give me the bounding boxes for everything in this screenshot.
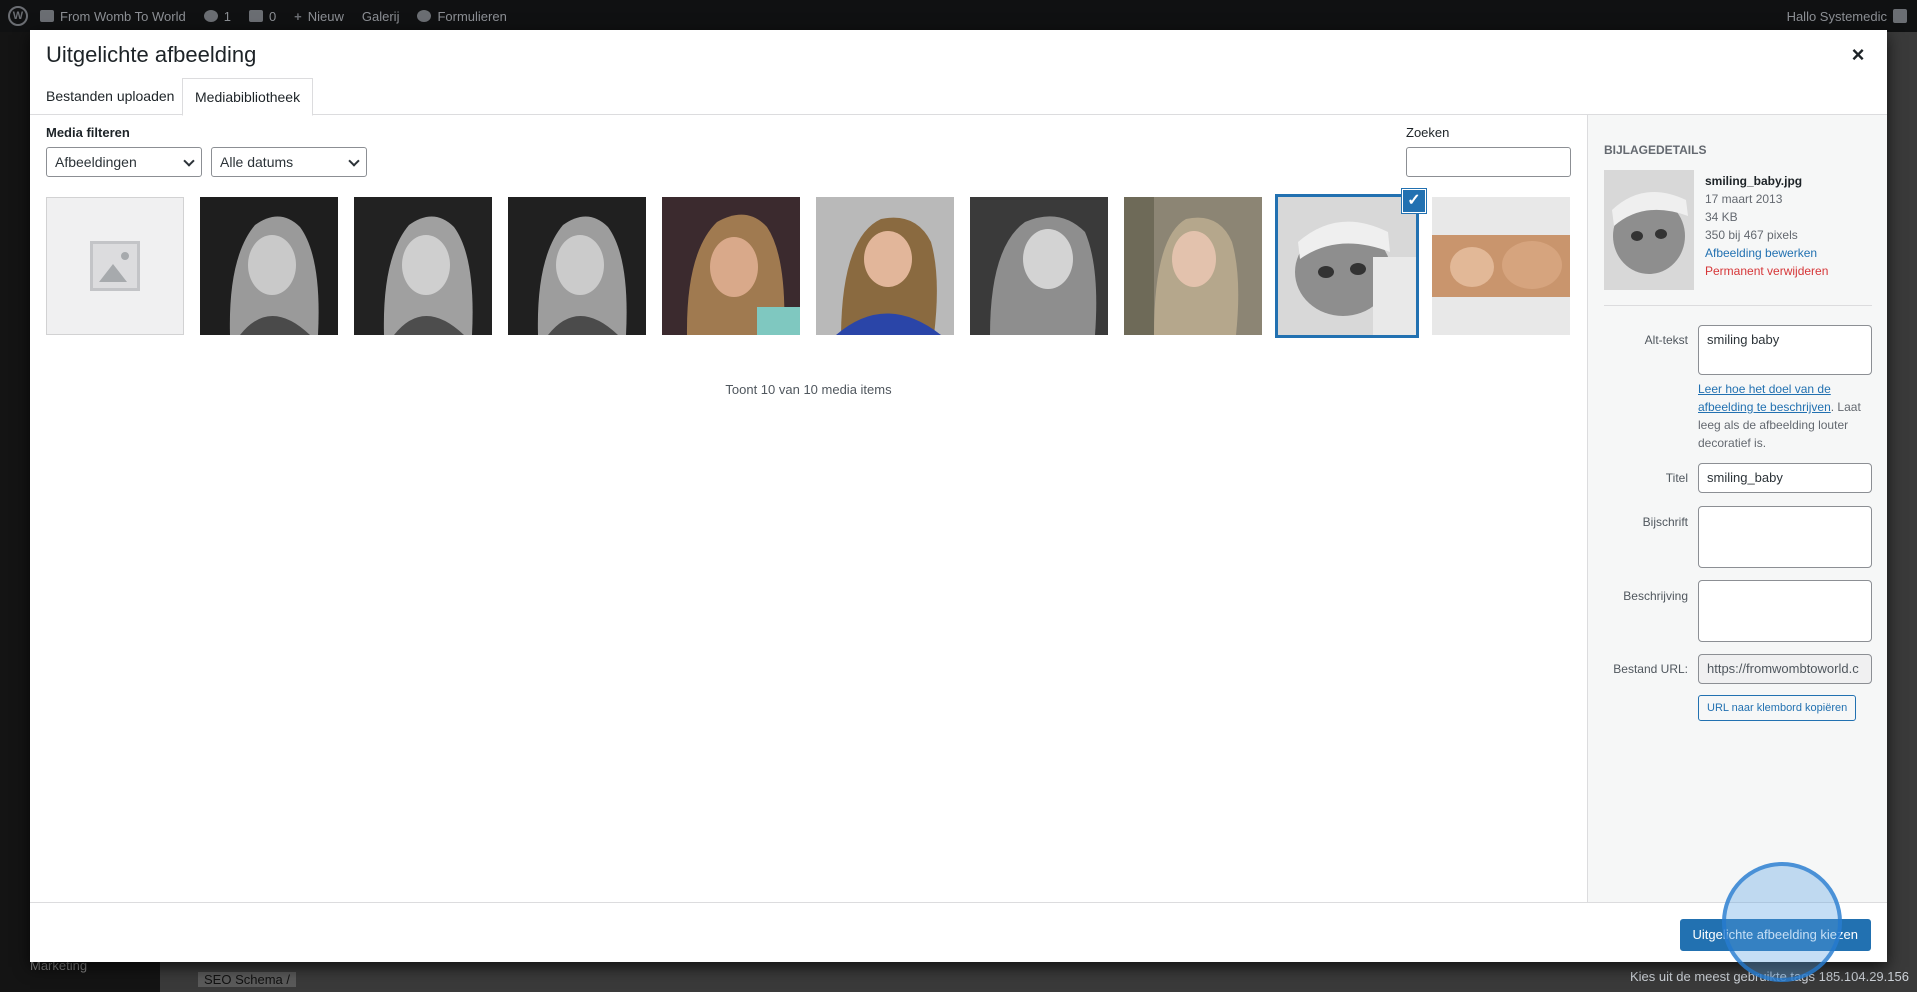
filters-label: Media filteren [46, 125, 130, 140]
alt-text-label: Alt-tekst [1644, 333, 1688, 347]
chevron-down-icon [348, 155, 360, 167]
media-type-value: Afbeeldingen [55, 154, 137, 170]
search-label: Zoeken [1406, 125, 1450, 140]
date-filter-select[interactable]: Alle datums [211, 147, 367, 177]
media-modal: Uitgelichte afbeelding × Bestanden uploa… [30, 30, 1887, 962]
galerij-label: Galerij [361, 8, 400, 24]
wordpress-logo-icon[interactable]: W [8, 6, 28, 26]
baby-bw-image [1278, 197, 1416, 335]
search-input[interactable] [1406, 147, 1571, 177]
close-icon[interactable]: × [1847, 44, 1869, 66]
forms-icon [417, 10, 432, 22]
baby-color-image [1432, 197, 1570, 335]
tab-media-library[interactable]: Mediabibliotheek [182, 78, 314, 116]
attachment-details-sidebar: Bijlagedetails smiling_baby.jpg 17 maart… [1587, 115, 1887, 902]
caption-field[interactable] [1698, 506, 1872, 568]
admin-bar: W From Womb To World 1 0 + Nieuw Galerij… [0, 0, 1917, 32]
attachment-item[interactable] [354, 197, 492, 335]
details-date: 17 maart 2013 [1705, 192, 1783, 206]
updates-count: 1 [223, 8, 231, 24]
media-type-select[interactable]: Afbeeldingen [46, 147, 202, 177]
comments-count: 0 [268, 8, 277, 24]
site-name-label: From Womb To World [60, 8, 186, 24]
attachment-item-selected[interactable] [1275, 194, 1419, 338]
baby-bw-image [1604, 170, 1694, 290]
chevron-down-icon [183, 155, 195, 167]
galerij-link[interactable]: Galerij [362, 9, 400, 24]
attachment-item[interactable] [200, 197, 338, 335]
account-menu[interactable]: Hallo Systemedic [1787, 0, 1907, 32]
file-url-label: Bestand URL: [1613, 662, 1688, 676]
copy-url-button[interactable]: URL naar klembord kopiëren [1698, 695, 1857, 721]
portrait-color-image [662, 197, 800, 335]
new-label: Nieuw [307, 8, 344, 24]
caption-label: Bijschrift [1642, 515, 1688, 529]
tab-upload-files[interactable]: Bestanden uploaden [34, 78, 186, 115]
attachment-placeholder[interactable] [46, 197, 184, 335]
checkmark-icon[interactable]: ✓ [1402, 189, 1426, 213]
attachment-item[interactable] [1432, 197, 1570, 335]
details-info: smiling_baby.jpg 17 maart 2013 34 KB 350… [1705, 172, 1828, 280]
modal-tabs: Bestanden uploaden Mediabibliotheek [30, 78, 1887, 116]
portrait-bw-image [200, 197, 338, 335]
set-featured-image-button[interactable]: Uitgelichte afbeelding kiezen [1679, 919, 1871, 951]
file-url-field[interactable]: https://fromwombtoworld.c [1698, 654, 1872, 684]
greeting: Hallo Systemedic [1786, 8, 1887, 24]
comment-icon [248, 10, 263, 22]
attachment-item[interactable] [1124, 197, 1262, 335]
portrait-bw-image [354, 197, 492, 335]
details-filename: smiling_baby.jpg [1705, 174, 1803, 188]
portrait-bw-image [508, 197, 646, 335]
attachment-item[interactable] [816, 197, 954, 335]
alt-text-help: Leer hoe het doel van de afbeelding te b… [1698, 380, 1874, 452]
refresh-icon [203, 10, 218, 22]
comments-link[interactable]: 0 [248, 8, 277, 24]
details-filesize: 34 KB [1705, 210, 1738, 224]
background-tags-text: Kies uit de meest gebruikte tags 185.104… [1630, 969, 1909, 984]
details-divider [1604, 305, 1872, 306]
edit-image-link[interactable]: Afbeelding bewerken [1705, 244, 1828, 262]
formulieren-link[interactable]: Formulieren [417, 8, 507, 24]
details-dimensions: 350 bij 467 pixels [1705, 228, 1798, 242]
description-field[interactable] [1698, 580, 1872, 642]
attachment-item[interactable] [508, 197, 646, 335]
description-label: Beschrijving [1623, 589, 1688, 603]
image-placeholder-icon [90, 241, 140, 291]
date-filter-value: Alle datums [220, 154, 294, 170]
portrait-bw-image [970, 197, 1108, 335]
alt-text-help-link[interactable]: Leer hoe het doel van de afbeelding te b… [1698, 382, 1831, 414]
avatar [1893, 9, 1907, 23]
details-thumbnail [1604, 170, 1694, 290]
new-content-link[interactable]: + Nieuw [294, 9, 344, 24]
title-label: Titel [1665, 471, 1688, 485]
portrait-color-image [816, 197, 954, 335]
attachment-item[interactable] [662, 197, 800, 335]
plus-icon: + [294, 8, 302, 24]
home-icon [40, 10, 54, 22]
attachments-count: Toont 10 van 10 media items [725, 382, 892, 397]
attachments-browser: Media filteren Afbeeldingen Alle datums … [30, 115, 1587, 902]
site-name-link[interactable]: From Womb To World [40, 9, 186, 24]
delete-permanently-link[interactable]: Permanent verwijderen [1705, 262, 1828, 280]
updates-link[interactable]: 1 [203, 8, 231, 24]
background-seo-schema: SEO Schema / [198, 972, 296, 987]
details-heading: Bijlagedetails [1604, 143, 1707, 157]
modal-title: Uitgelichte afbeelding [46, 42, 257, 67]
title-field[interactable]: smiling_baby [1698, 463, 1872, 493]
attachment-item[interactable] [970, 197, 1108, 335]
modal-toolbar: Uitgelichte afbeelding kiezen [30, 902, 1887, 962]
alt-text-field[interactable]: smiling baby [1698, 325, 1872, 375]
portrait-color-image [1124, 197, 1262, 335]
formulieren-label: Formulieren [437, 8, 507, 24]
